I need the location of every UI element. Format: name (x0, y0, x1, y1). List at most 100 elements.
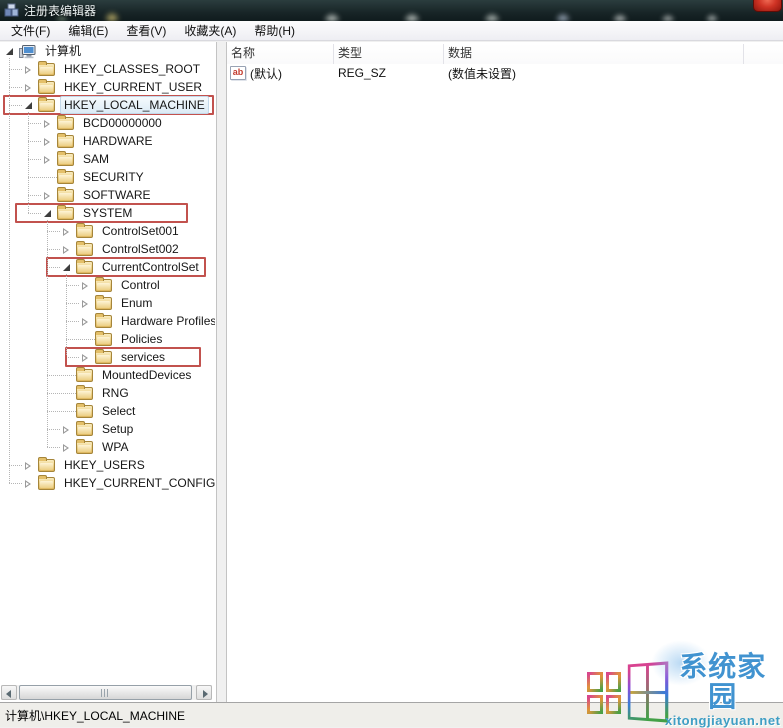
tree-connector-stub (66, 285, 79, 286)
collapsed-arrow-icon[interactable] (23, 460, 34, 471)
tree-item-label: HKEY_LOCAL_MACHINE (60, 96, 209, 114)
menu-item-favorites[interactable]: 收藏夹(A) (175, 20, 245, 41)
main-area: 计算机HKEY_CLASSES_ROOTHKEY_CURRENT_USERHKE… (0, 42, 783, 702)
collapsed-arrow-icon[interactable] (61, 424, 72, 435)
tree-horizontal-scrollbar[interactable] (1, 685, 212, 700)
values-panel: 名称类型数据 ab(默认)REG_SZ(数值未设置) (226, 42, 783, 702)
value-name: (默认) (250, 65, 282, 82)
expanded-arrow-icon[interactable] (42, 208, 53, 219)
collapsed-arrow-icon[interactable] (61, 226, 72, 237)
collapsed-arrow-icon[interactable] (42, 190, 53, 201)
tree-item-label: Enum (117, 294, 156, 312)
tree-item-system[interactable]: SYSTEM (0, 204, 215, 222)
tree-item-security[interactable]: SECURITY (0, 168, 215, 186)
tree-item-hardware[interactable]: HARDWARE (0, 132, 215, 150)
folder-icon (76, 225, 93, 238)
tree-connector-stub (9, 87, 22, 88)
expanded-arrow-icon[interactable] (61, 262, 72, 273)
menu-item-file[interactable]: 文件(F) (2, 20, 59, 41)
red-annotation-box: services (65, 347, 201, 367)
folder-icon (76, 387, 93, 400)
collapsed-arrow-icon[interactable] (42, 136, 53, 147)
tree-item-hkey-classes-root[interactable]: HKEY_CLASSES_ROOT (0, 60, 215, 78)
tree-item-hardware-profiles[interactable]: Hardware Profiles (0, 312, 215, 330)
menu-item-help[interactable]: 帮助(H) (245, 20, 304, 41)
left-arrow-icon (6, 690, 11, 698)
tree-item-计算机[interactable]: 计算机 (0, 42, 215, 60)
tree-item-label: MountedDevices (98, 366, 195, 384)
tree-item-select[interactable]: Select (0, 402, 215, 420)
value-row[interactable]: ab(默认)REG_SZ(数值未设置) (227, 64, 783, 82)
tree-item-hkey-users[interactable]: HKEY_USERS (0, 456, 215, 474)
collapsed-arrow-icon[interactable] (61, 442, 72, 453)
tree-item-bcd00000000[interactable]: BCD00000000 (0, 114, 215, 132)
scrollbar-thumb[interactable] (19, 685, 192, 700)
folder-icon (57, 189, 74, 202)
tree-item-hkey-current-config[interactable]: HKEY_CURRENT_CONFIG (0, 474, 215, 492)
folder-icon (57, 171, 74, 184)
tree-item-policies[interactable]: Policies (0, 330, 215, 348)
tree-item-enum[interactable]: Enum (0, 294, 215, 312)
tree-item-label: SYSTEM (79, 204, 136, 222)
arrow-spacer (61, 388, 72, 399)
tree-item-label: Select (98, 402, 139, 420)
collapsed-arrow-icon[interactable] (80, 316, 91, 327)
tree-item-label: HKEY_CURRENT_CONFIG (60, 474, 215, 492)
collapsed-arrow-icon[interactable] (80, 280, 91, 291)
tree-item-services[interactable]: services (0, 348, 215, 366)
tree-item-label: SOFTWARE (79, 186, 155, 204)
tree-connector-stub (47, 231, 60, 232)
menu-item-view[interactable]: 查看(V) (117, 20, 175, 41)
folder-icon (57, 207, 74, 220)
tree-item-label: Policies (117, 330, 166, 348)
collapsed-arrow-icon[interactable] (42, 154, 53, 165)
computer-icon (19, 45, 36, 58)
tree-item-setup[interactable]: Setup (0, 420, 215, 438)
tree-item-label: CurrentControlSet (98, 258, 203, 276)
tree-item-hkey-current-user[interactable]: HKEY_CURRENT_USER (0, 78, 215, 96)
expanded-arrow-icon[interactable] (4, 46, 15, 57)
collapsed-arrow-icon[interactable] (23, 478, 34, 489)
menu-item-edit[interactable]: 编辑(E) (59, 20, 117, 41)
menu-bar: 文件(F)编辑(E)查看(V)收藏夹(A)帮助(H) (0, 21, 783, 41)
tree-item-label: RNG (98, 384, 133, 402)
folder-icon (57, 153, 74, 166)
expanded-arrow-icon[interactable] (23, 100, 34, 111)
window-grid-icon (587, 672, 621, 714)
tree-item-currentcontrolset[interactable]: CurrentControlSet (0, 258, 215, 276)
tree-connector-line (47, 220, 48, 447)
column-header-type[interactable]: 类型 (334, 44, 444, 64)
tree-item-hkey-local-machine[interactable]: HKEY_LOCAL_MACHINE (0, 96, 215, 114)
scrollbar-track[interactable] (17, 685, 196, 700)
tree-item-mounteddevices[interactable]: MountedDevices (0, 366, 215, 384)
collapsed-arrow-icon[interactable] (61, 244, 72, 255)
collapsed-arrow-icon[interactable] (23, 82, 34, 93)
tree-item-wpa[interactable]: WPA (0, 438, 215, 456)
tree-item-software[interactable]: SOFTWARE (0, 186, 215, 204)
folder-icon (95, 315, 112, 328)
tree-item-label: BCD00000000 (79, 114, 166, 132)
arrow-spacer (61, 406, 72, 417)
column-header-data[interactable]: 数据 (444, 44, 744, 64)
tree-item-sam[interactable]: SAM (0, 150, 215, 168)
collapsed-arrow-icon[interactable] (23, 64, 34, 75)
scroll-left-button[interactable] (1, 685, 17, 700)
tree-item-control[interactable]: Control (0, 276, 215, 294)
column-header-name[interactable]: 名称 (227, 44, 334, 64)
scroll-right-button[interactable] (196, 685, 212, 700)
red-annotation-box: CurrentControlSet (46, 257, 206, 277)
collapsed-arrow-icon[interactable] (42, 118, 53, 129)
tree-item-label: Setup (98, 420, 137, 438)
tree-item-rng[interactable]: RNG (0, 384, 215, 402)
close-button[interactable] (753, 0, 782, 12)
folder-icon (76, 423, 93, 436)
watermark-url: xitongjiayuan.net (665, 713, 780, 728)
collapsed-arrow-icon[interactable] (80, 298, 91, 309)
tree-item-controlset001[interactable]: ControlSet001 (0, 222, 215, 240)
tree-item-controlset002[interactable]: ControlSet002 (0, 240, 215, 258)
collapsed-arrow-icon[interactable] (80, 352, 91, 363)
status-path: 计算机\HKEY_LOCAL_MACHINE (5, 707, 185, 724)
tree-connector-stub (9, 465, 22, 466)
tree-item-label: WPA (98, 438, 132, 456)
tree-item-label: 计算机 (41, 42, 85, 60)
